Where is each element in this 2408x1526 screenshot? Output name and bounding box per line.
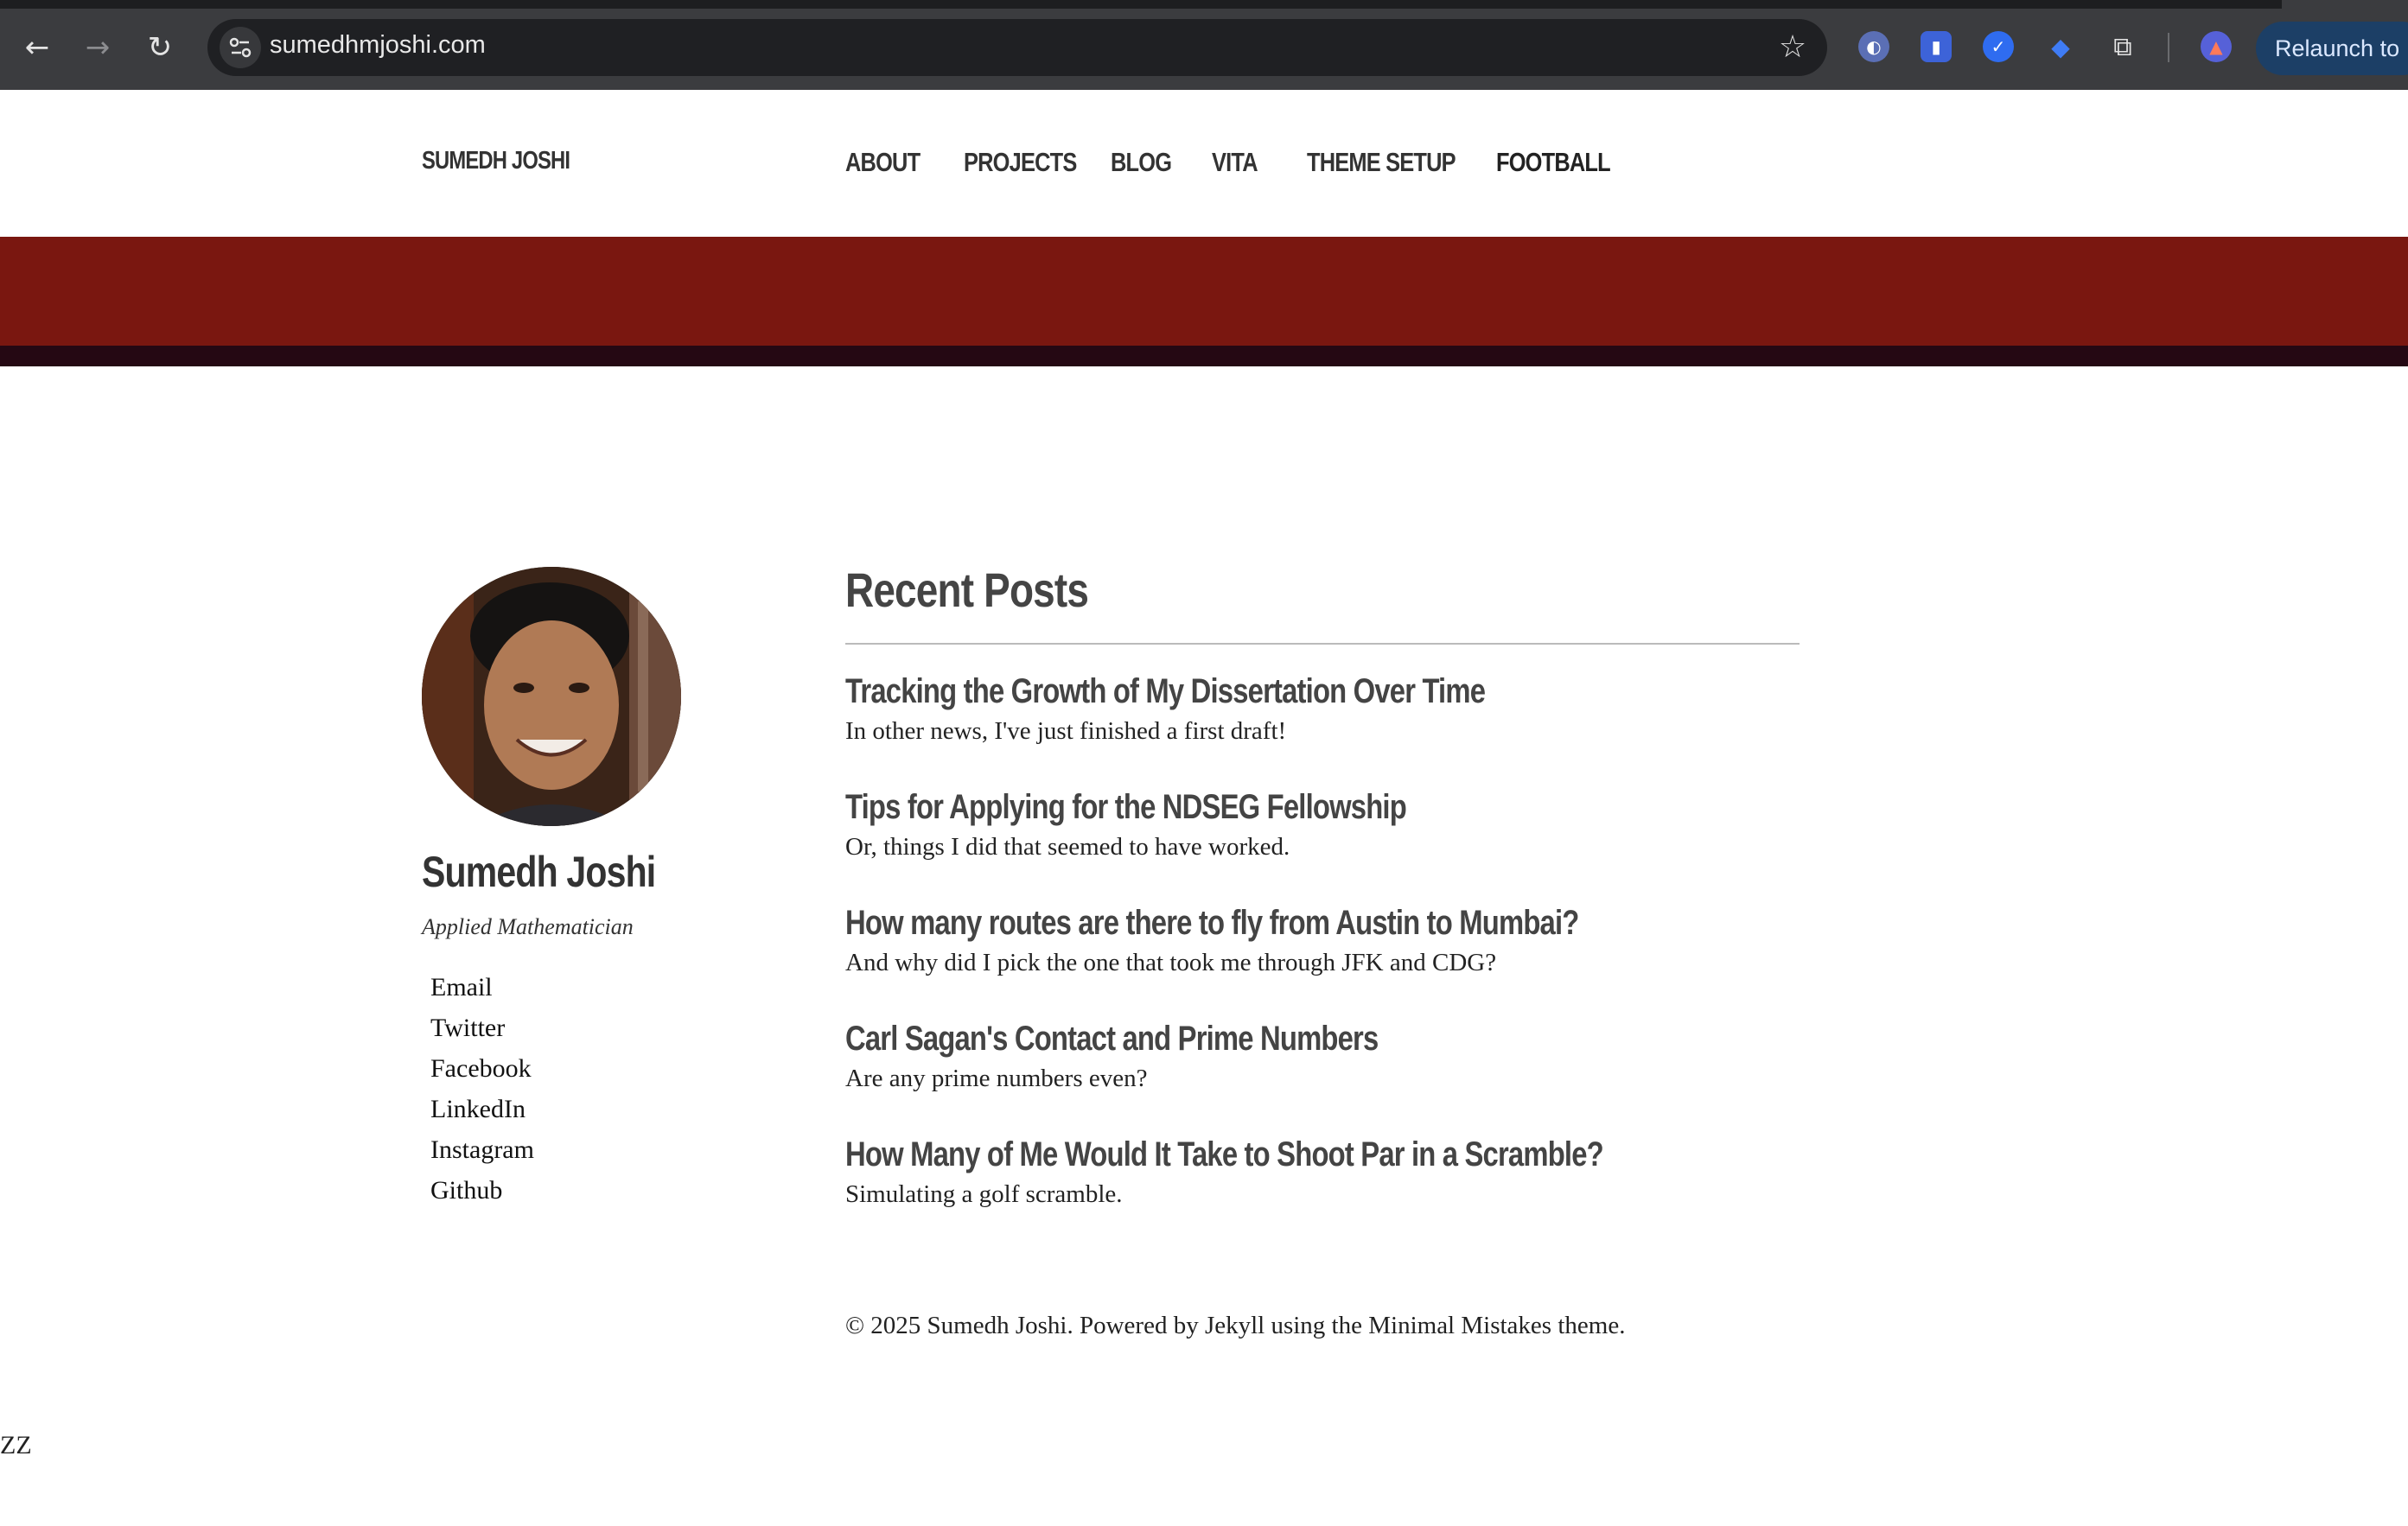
header-band-shadow bbox=[0, 346, 2408, 366]
post-excerpt: Or, things I did that seemed to have wor… bbox=[845, 833, 1290, 861]
extension-bookmark-icon[interactable]: ▮ bbox=[1921, 31, 1952, 62]
extension-globe-icon[interactable]: ◐ bbox=[1858, 31, 1889, 62]
post-item: How Many of Me Would It Take to Shoot Pa… bbox=[845, 1132, 1769, 1211]
link-instagram[interactable]: Instagram bbox=[430, 1135, 534, 1176]
extension-tag-icon[interactable]: ◆ bbox=[2045, 31, 2076, 62]
author-avatar bbox=[422, 567, 681, 826]
reload-icon[interactable]: ↻ bbox=[138, 26, 182, 69]
post-item: How many routes are there to fly from Au… bbox=[845, 900, 1740, 980]
link-twitter[interactable]: Twitter bbox=[430, 1014, 534, 1054]
post-title-link[interactable]: Carl Sagan's Contact and Prime Numbers bbox=[845, 1016, 1379, 1061]
browser-toolbar: ← → ↻ sumedhmjoshi.com ☆ ◐ ▮ ✓ ◆ ⧉ ▲ Rel… bbox=[0, 0, 2408, 90]
post-item: Tips for Applying for the NDSEG Fellowsh… bbox=[845, 785, 1529, 864]
link-facebook[interactable]: Facebook bbox=[430, 1054, 534, 1095]
recent-posts-heading: Recent Posts bbox=[845, 563, 1089, 617]
forward-icon[interactable]: → bbox=[76, 26, 119, 69]
link-linkedin[interactable]: LinkedIn bbox=[430, 1095, 534, 1135]
post-excerpt: And why did I pick the one that took me … bbox=[845, 949, 1497, 976]
author-name: Sumedh Joshi bbox=[422, 848, 656, 896]
post-excerpt: Simulating a golf scramble. bbox=[845, 1180, 1123, 1208]
post-item: Tracking the Growth of My Dissertation O… bbox=[845, 669, 1626, 748]
site-title-link[interactable]: SUMEDH JOSHI bbox=[422, 147, 570, 175]
url-text[interactable]: sumedhmjoshi.com bbox=[270, 31, 486, 60]
stray-text: ZZ bbox=[0, 1431, 32, 1459]
post-title-link[interactable]: Tracking the Growth of My Dissertation O… bbox=[845, 669, 1486, 714]
nav-theme-setup[interactable]: THEME SETUP bbox=[1307, 147, 1456, 178]
bookmark-star-icon[interactable]: ☆ bbox=[1770, 24, 1815, 69]
link-email[interactable]: Email bbox=[430, 973, 534, 1014]
extensions-puzzle-icon[interactable]: ⧉ bbox=[2107, 31, 2138, 62]
tab-strip-edge bbox=[0, 0, 2282, 9]
site-footer: © 2025 Sumedh Joshi. Powered by Jekyll u… bbox=[845, 1312, 1626, 1339]
profile-avatar-icon[interactable]: ▲ bbox=[2201, 31, 2232, 62]
post-title-link[interactable]: How many routes are there to fly from Au… bbox=[845, 900, 1579, 945]
relaunch-button[interactable]: Relaunch to bbox=[2256, 22, 2408, 75]
back-icon[interactable]: ← bbox=[16, 26, 59, 69]
post-excerpt: In other news, I've just finished a firs… bbox=[845, 717, 1287, 745]
nav-blog[interactable]: BLOG bbox=[1111, 147, 1172, 178]
address-bar[interactable]: sumedhmjoshi.com ☆ bbox=[207, 19, 1827, 76]
author-bio: Applied Mathematician bbox=[422, 914, 634, 939]
author-links: Email Twitter Facebook LinkedIn Instagra… bbox=[430, 973, 534, 1217]
nav-vita[interactable]: VITA bbox=[1212, 147, 1258, 178]
link-github[interactable]: Github bbox=[430, 1176, 534, 1217]
site-info-icon[interactable] bbox=[220, 27, 261, 68]
post-title-link[interactable]: Tips for Applying for the NDSEG Fellowsh… bbox=[845, 785, 1407, 830]
toolbar-divider bbox=[2168, 33, 2169, 62]
extension-check-icon[interactable]: ✓ bbox=[1983, 31, 2014, 62]
nav-projects[interactable]: PROJECTS bbox=[964, 147, 1077, 178]
header-color-band bbox=[0, 237, 2408, 346]
post-excerpt: Are any prime numbers even? bbox=[845, 1065, 1148, 1092]
nav-football[interactable]: FOOTBALL bbox=[1496, 147, 1611, 178]
site-masthead: SUMEDH JOSHI ABOUT PROJECTS BLOG VITA TH… bbox=[0, 90, 2408, 237]
post-title-link[interactable]: How Many of Me Would It Take to Shoot Pa… bbox=[845, 1132, 1604, 1177]
heading-divider bbox=[845, 643, 1800, 645]
post-item: Carl Sagan's Contact and Prime Numbers A… bbox=[845, 1016, 1495, 1096]
nav-about[interactable]: ABOUT bbox=[845, 147, 921, 178]
